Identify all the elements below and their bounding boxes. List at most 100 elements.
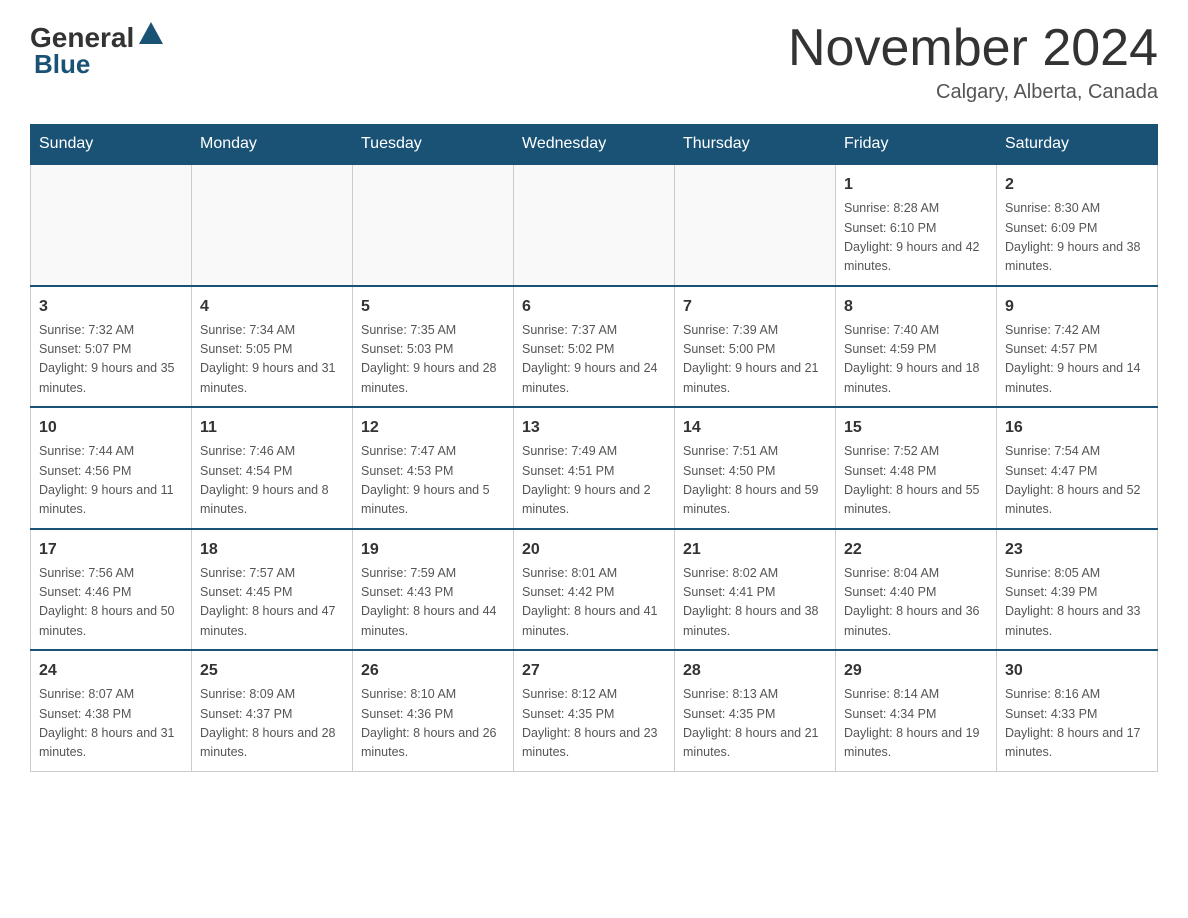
calendar-cell: 2Sunrise: 8:30 AMSunset: 6:09 PMDaylight… [997,164,1158,286]
day-info: Sunrise: 7:35 AMSunset: 5:03 PMDaylight:… [361,321,505,399]
day-info: Sunrise: 7:44 AMSunset: 4:56 PMDaylight:… [39,442,183,520]
calendar-cell: 24Sunrise: 8:07 AMSunset: 4:38 PMDayligh… [31,650,192,771]
calendar-cell: 10Sunrise: 7:44 AMSunset: 4:56 PMDayligh… [31,407,192,529]
calendar-week-row: 3Sunrise: 7:32 AMSunset: 5:07 PMDaylight… [31,286,1158,408]
calendar-subtitle: Calgary, Alberta, Canada [788,81,1158,104]
day-number: 13 [522,416,666,440]
calendar-cell: 21Sunrise: 8:02 AMSunset: 4:41 PMDayligh… [675,529,836,651]
calendar-cell [675,164,836,286]
day-number: 27 [522,659,666,683]
day-number: 4 [200,295,344,319]
day-number: 24 [39,659,183,683]
calendar-cell [192,164,353,286]
day-info: Sunrise: 7:56 AMSunset: 4:46 PMDaylight:… [39,564,183,642]
day-info: Sunrise: 8:16 AMSunset: 4:33 PMDaylight:… [1005,685,1149,763]
day-number: 16 [1005,416,1149,440]
calendar-cell: 13Sunrise: 7:49 AMSunset: 4:51 PMDayligh… [514,407,675,529]
calendar-cell: 26Sunrise: 8:10 AMSunset: 4:36 PMDayligh… [353,650,514,771]
calendar-week-row: 10Sunrise: 7:44 AMSunset: 4:56 PMDayligh… [31,407,1158,529]
day-header-friday: Friday [836,125,997,165]
day-number: 28 [683,659,827,683]
logo-triangle-icon [137,20,165,55]
day-number: 19 [361,538,505,562]
day-info: Sunrise: 8:13 AMSunset: 4:35 PMDaylight:… [683,685,827,763]
day-info: Sunrise: 7:57 AMSunset: 4:45 PMDaylight:… [200,564,344,642]
day-number: 1 [844,173,988,197]
day-number: 15 [844,416,988,440]
day-number: 10 [39,416,183,440]
page-header: General Blue November 2024 Calgary, Albe… [30,20,1158,104]
day-number: 5 [361,295,505,319]
calendar-cell: 27Sunrise: 8:12 AMSunset: 4:35 PMDayligh… [514,650,675,771]
calendar-cell: 5Sunrise: 7:35 AMSunset: 5:03 PMDaylight… [353,286,514,408]
day-number: 17 [39,538,183,562]
calendar-cell: 8Sunrise: 7:40 AMSunset: 4:59 PMDaylight… [836,286,997,408]
day-info: Sunrise: 8:07 AMSunset: 4:38 PMDaylight:… [39,685,183,763]
day-number: 18 [200,538,344,562]
day-info: Sunrise: 8:09 AMSunset: 4:37 PMDaylight:… [200,685,344,763]
calendar-cell: 14Sunrise: 7:51 AMSunset: 4:50 PMDayligh… [675,407,836,529]
calendar-cell: 3Sunrise: 7:32 AMSunset: 5:07 PMDaylight… [31,286,192,408]
calendar-week-row: 17Sunrise: 7:56 AMSunset: 4:46 PMDayligh… [31,529,1158,651]
day-info: Sunrise: 7:47 AMSunset: 4:53 PMDaylight:… [361,442,505,520]
day-number: 21 [683,538,827,562]
day-info: Sunrise: 7:54 AMSunset: 4:47 PMDaylight:… [1005,442,1149,520]
day-number: 22 [844,538,988,562]
day-info: Sunrise: 7:39 AMSunset: 5:00 PMDaylight:… [683,321,827,399]
day-number: 30 [1005,659,1149,683]
day-number: 26 [361,659,505,683]
day-number: 7 [683,295,827,319]
calendar-cell [353,164,514,286]
calendar-header-row: SundayMondayTuesdayWednesdayThursdayFrid… [31,125,1158,165]
logo-blue-text: Blue [34,49,90,79]
calendar-cell: 4Sunrise: 7:34 AMSunset: 5:05 PMDaylight… [192,286,353,408]
day-info: Sunrise: 8:02 AMSunset: 4:41 PMDaylight:… [683,564,827,642]
day-info: Sunrise: 8:30 AMSunset: 6:09 PMDaylight:… [1005,199,1149,277]
day-header-tuesday: Tuesday [353,125,514,165]
calendar-cell: 1Sunrise: 8:28 AMSunset: 6:10 PMDaylight… [836,164,997,286]
day-info: Sunrise: 7:37 AMSunset: 5:02 PMDaylight:… [522,321,666,399]
day-info: Sunrise: 7:52 AMSunset: 4:48 PMDaylight:… [844,442,988,520]
calendar-week-row: 24Sunrise: 8:07 AMSunset: 4:38 PMDayligh… [31,650,1158,771]
day-info: Sunrise: 7:59 AMSunset: 4:43 PMDaylight:… [361,564,505,642]
calendar-cell: 16Sunrise: 7:54 AMSunset: 4:47 PMDayligh… [997,407,1158,529]
calendar-title: November 2024 [788,20,1158,77]
day-info: Sunrise: 7:34 AMSunset: 5:05 PMDaylight:… [200,321,344,399]
calendar-cell: 28Sunrise: 8:13 AMSunset: 4:35 PMDayligh… [675,650,836,771]
calendar-table: SundayMondayTuesdayWednesdayThursdayFrid… [30,124,1158,772]
calendar-week-row: 1Sunrise: 8:28 AMSunset: 6:10 PMDaylight… [31,164,1158,286]
day-header-saturday: Saturday [997,125,1158,165]
day-number: 8 [844,295,988,319]
calendar-cell [31,164,192,286]
calendar-cell: 6Sunrise: 7:37 AMSunset: 5:02 PMDaylight… [514,286,675,408]
day-info: Sunrise: 7:46 AMSunset: 4:54 PMDaylight:… [200,442,344,520]
calendar-cell: 30Sunrise: 8:16 AMSunset: 4:33 PMDayligh… [997,650,1158,771]
day-info: Sunrise: 7:51 AMSunset: 4:50 PMDaylight:… [683,442,827,520]
day-number: 2 [1005,173,1149,197]
day-info: Sunrise: 7:40 AMSunset: 4:59 PMDaylight:… [844,321,988,399]
title-block: November 2024 Calgary, Alberta, Canada [788,20,1158,104]
day-header-monday: Monday [192,125,353,165]
day-number: 3 [39,295,183,319]
logo: General Blue [30,20,168,80]
calendar-cell: 18Sunrise: 7:57 AMSunset: 4:45 PMDayligh… [192,529,353,651]
calendar-cell: 23Sunrise: 8:05 AMSunset: 4:39 PMDayligh… [997,529,1158,651]
calendar-cell: 17Sunrise: 7:56 AMSunset: 4:46 PMDayligh… [31,529,192,651]
calendar-cell: 25Sunrise: 8:09 AMSunset: 4:37 PMDayligh… [192,650,353,771]
day-header-wednesday: Wednesday [514,125,675,165]
calendar-cell: 19Sunrise: 7:59 AMSunset: 4:43 PMDayligh… [353,529,514,651]
day-info: Sunrise: 8:04 AMSunset: 4:40 PMDaylight:… [844,564,988,642]
calendar-cell: 29Sunrise: 8:14 AMSunset: 4:34 PMDayligh… [836,650,997,771]
day-info: Sunrise: 8:12 AMSunset: 4:35 PMDaylight:… [522,685,666,763]
calendar-cell: 22Sunrise: 8:04 AMSunset: 4:40 PMDayligh… [836,529,997,651]
day-info: Sunrise: 7:42 AMSunset: 4:57 PMDaylight:… [1005,321,1149,399]
day-info: Sunrise: 8:10 AMSunset: 4:36 PMDaylight:… [361,685,505,763]
day-info: Sunrise: 7:49 AMSunset: 4:51 PMDaylight:… [522,442,666,520]
day-info: Sunrise: 8:01 AMSunset: 4:42 PMDaylight:… [522,564,666,642]
day-number: 12 [361,416,505,440]
day-number: 6 [522,295,666,319]
calendar-cell: 9Sunrise: 7:42 AMSunset: 4:57 PMDaylight… [997,286,1158,408]
calendar-cell: 15Sunrise: 7:52 AMSunset: 4:48 PMDayligh… [836,407,997,529]
calendar-cell: 12Sunrise: 7:47 AMSunset: 4:53 PMDayligh… [353,407,514,529]
day-number: 20 [522,538,666,562]
